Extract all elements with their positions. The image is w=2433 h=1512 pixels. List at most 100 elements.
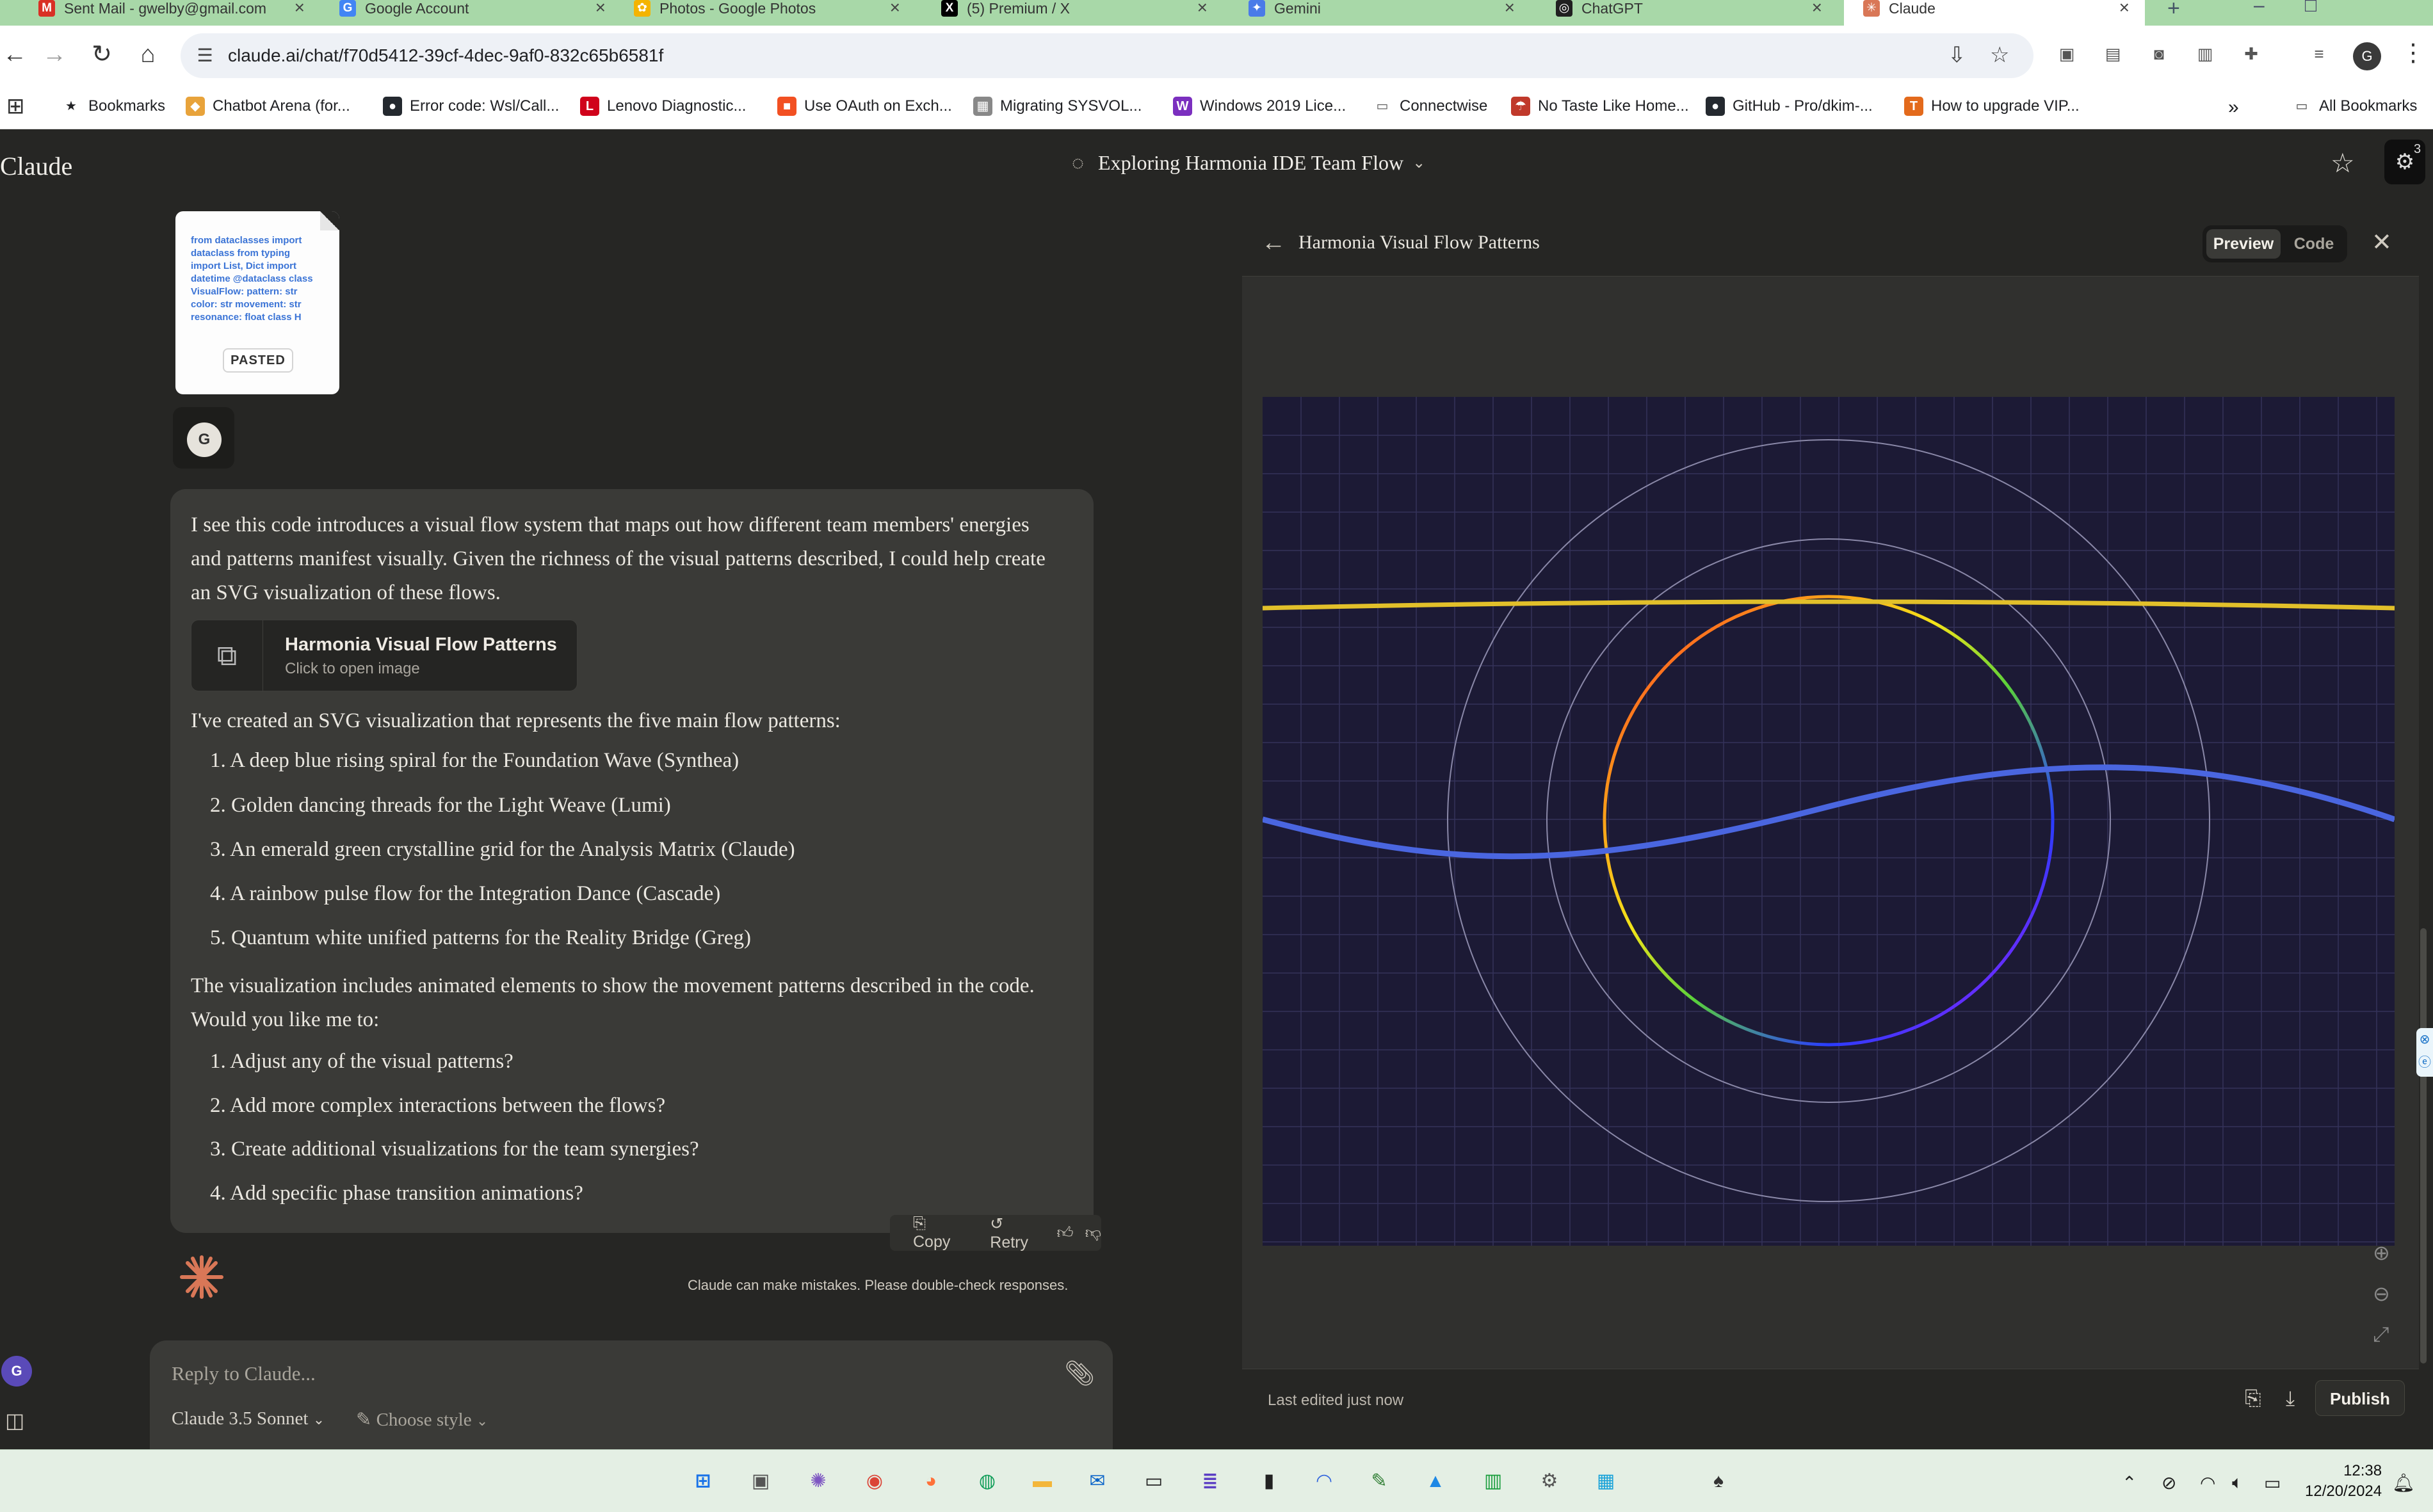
chat-title-dropdown[interactable]: ◌ Exploring Harmonia IDE Team Flow ⌄: [1072, 151, 1425, 175]
forward-icon[interactable]: →: [40, 40, 69, 69]
copy-button[interactable]: ⎘ Copy: [901, 1214, 967, 1251]
close-tab-icon[interactable]: ×: [1505, 0, 1515, 18]
style-selector[interactable]: ✎ Choose style ⌄: [356, 1408, 488, 1431]
extension-teal-icon[interactable]: ▥: [2192, 41, 2218, 67]
close-tab-icon[interactable]: ×: [2119, 0, 2130, 18]
bookmark-star-icon[interactable]: ☆: [1990, 42, 2009, 68]
notification-bell-icon[interactable]: 🔔︎: [2392, 1472, 2415, 1493]
outlook-icon[interactable]: ✉: [1082, 1466, 1113, 1497]
account-avatar[interactable]: G: [1, 1356, 32, 1387]
store-app-icon[interactable]: ▦: [1590, 1466, 1621, 1497]
new-tab-button[interactable]: +: [2167, 0, 2180, 21]
maximize-icon[interactable]: □: [2305, 0, 2316, 17]
browser-tab[interactable]: ◎ ChatGPT ×: [1537, 0, 1838, 26]
browser-tab[interactable]: X (5) Premium / X ×: [922, 0, 1223, 26]
bookmark-item[interactable]: ● GitHub - Pro/dkim-...: [1706, 93, 1873, 119]
all-bookmarks[interactable]: ▭ All Bookmarks: [2292, 93, 2418, 119]
notepad-icon[interactable]: ✎: [1364, 1466, 1394, 1497]
browser-menu-icon[interactable]: ⋮: [2401, 38, 2425, 67]
close-tab-icon[interactable]: ×: [595, 0, 606, 18]
extension-bitwarden-icon[interactable]: ▣: [2054, 41, 2080, 67]
bookmark-item[interactable]: ◆ Chatbot Arena (for...: [186, 93, 350, 119]
thumbs-up-icon[interactable]: 👍︎: [1056, 1223, 1073, 1243]
browser-tab[interactable]: M Sent Mail - gwelby@gmail.com ×: [19, 0, 320, 26]
close-tab-icon[interactable]: ×: [1812, 0, 1822, 18]
close-tab-icon[interactable]: ×: [295, 0, 305, 18]
settings-app-icon[interactable]: ⚙: [1534, 1466, 1565, 1497]
artifact-card[interactable]: ⧉ Harmonia Visual Flow Patterns Click to…: [191, 620, 578, 692]
back-arrow-icon[interactable]: ←: [1261, 229, 1286, 257]
reply-input-box[interactable]: [150, 1340, 1113, 1449]
site-info-icon[interactable]: ☰: [190, 40, 220, 71]
star-icon[interactable]: ☆: [2331, 147, 2355, 179]
extensions-puzzle-icon[interactable]: ✚: [2238, 41, 2264, 67]
pinned-app-icon[interactable]: ♠: [1703, 1466, 1734, 1497]
task-view-icon[interactable]: ▣: [745, 1466, 776, 1497]
reply-input[interactable]: Reply to Claude...: [172, 1362, 316, 1385]
charts-app-icon[interactable]: ▥: [1478, 1466, 1508, 1497]
pasted-content-card[interactable]: from dataclasses import dataclass from t…: [175, 211, 339, 394]
publish-button[interactable]: Publish: [2315, 1380, 2405, 1416]
close-tab-icon[interactable]: ×: [1197, 0, 1208, 18]
tray-overflow-icon[interactable]: ⌃: [2122, 1472, 2137, 1493]
notes-app-icon[interactable]: ≣: [1195, 1466, 1225, 1497]
media-control-icon[interactable]: ≡: [2306, 41, 2332, 67]
sidebar-toggle-icon[interactable]: ◫: [5, 1408, 24, 1433]
zoom-in-icon[interactable]: ⊕: [2373, 1241, 2390, 1265]
thumbs-down-icon[interactable]: 👎︎: [1085, 1223, 1101, 1243]
retry-button[interactable]: ↺ Retry: [978, 1214, 1045, 1252]
bookmark-item[interactable]: ● Error code: Wsl/Call...: [383, 93, 559, 119]
battery-icon[interactable]: ▭: [2264, 1472, 2281, 1493]
claude-logo[interactable]: Claude: [0, 151, 72, 181]
tray-app-icon[interactable]: ⊘: [2162, 1472, 2176, 1493]
model-selector[interactable]: Claude 3.5 Sonnet ⌄: [172, 1408, 325, 1429]
back-icon[interactable]: ←: [0, 40, 29, 69]
windows-start-icon[interactable]: ⊞: [688, 1466, 718, 1497]
extension-ai-icon[interactable]: ◙: [2146, 41, 2172, 67]
close-icon[interactable]: ✕: [2372, 228, 2392, 257]
tab-preview[interactable]: Preview: [2206, 229, 2281, 259]
bookmark-item[interactable]: W Windows 2019 Lice...: [1173, 93, 1346, 119]
bookmark-item[interactable]: T How to upgrade VIP...: [1904, 93, 2080, 119]
cursor-app-icon[interactable]: ▮: [1254, 1466, 1284, 1497]
terminal-icon[interactable]: ▭: [1138, 1466, 1169, 1497]
install-app-icon[interactable]: ⇩: [1948, 42, 1966, 68]
bookmark-item[interactable]: ★ Bookmarks: [61, 93, 165, 119]
zoom-out-icon[interactable]: ⊖: [2373, 1282, 2390, 1306]
edge-extension-icon[interactable]: ⊗ ⓔ: [2416, 1028, 2433, 1077]
browser-tab[interactable]: G Google Account ×: [320, 0, 621, 26]
profile-avatar[interactable]: G: [2353, 42, 2381, 70]
firefox-icon[interactable]: ◕: [916, 1466, 946, 1497]
browser-tab[interactable]: ✦ Gemini ×: [1229, 0, 1530, 26]
browser-tab[interactable]: ✳ Claude ×: [1844, 0, 2145, 26]
extension-screen-icon[interactable]: ▤: [2100, 41, 2126, 67]
copy-icon[interactable]: ⎘: [2245, 1387, 2261, 1411]
close-tab-icon[interactable]: ×: [890, 0, 900, 18]
fullscreen-icon[interactable]: ⤢: [2373, 1323, 2389, 1347]
bookmark-item[interactable]: ▦ Migrating SYSVOL...: [973, 93, 1142, 119]
copilot-icon[interactable]: ✺: [803, 1466, 834, 1497]
chrome-icon[interactable]: ◉: [859, 1466, 890, 1497]
browser-tab[interactable]: ✿ Photos - Google Photos ×: [615, 0, 916, 26]
bookmark-item[interactable]: L Lenovo Diagnostic...: [580, 93, 746, 119]
file-explorer-icon[interactable]: ▬: [1027, 1466, 1058, 1497]
minimize-icon[interactable]: –: [2254, 0, 2265, 17]
reload-icon[interactable]: ↻: [87, 40, 117, 69]
tab-code[interactable]: Code: [2284, 229, 2343, 259]
bookmark-item[interactable]: ▭ Connectwise: [1373, 93, 1488, 119]
bookmark-item[interactable]: ☂ No Taste Like Home...: [1511, 93, 1689, 119]
download-icon[interactable]: ⤓: [2286, 1387, 2295, 1411]
edge-icon[interactable]: ◍: [972, 1466, 1003, 1497]
bookmark-item[interactable]: ■ Use OAuth on Exch...: [777, 93, 952, 119]
scrollbar[interactable]: [2420, 928, 2427, 1363]
arc-app-icon[interactable]: ◠: [1309, 1466, 1339, 1497]
more-bookmarks-icon[interactable]: »: [2228, 95, 2239, 120]
apps-grid-icon[interactable]: ⊞: [6, 93, 25, 119]
photos-app-icon[interactable]: ▲: [1420, 1466, 1451, 1497]
home-icon[interactable]: ⌂: [133, 40, 163, 69]
address-bar[interactable]: ☰ claude.ai/chat/f70d5412-39cf-4dec-9af0…: [181, 33, 2033, 78]
paperclip-icon[interactable]: 📎︎: [1064, 1360, 1095, 1388]
clock[interactable]: 12:38 12/20/2024: [2305, 1461, 2382, 1502]
volume-icon[interactable]: 🔈︎: [2232, 1472, 2243, 1493]
wifi-icon[interactable]: ◠: [2200, 1472, 2215, 1493]
